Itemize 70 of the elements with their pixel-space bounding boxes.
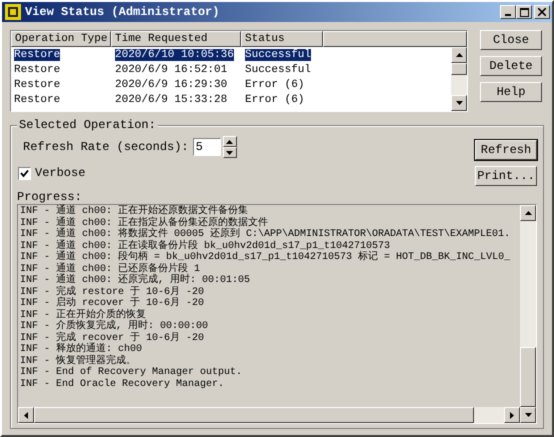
log-line: INF - 通道 ch00: 已还原备份片段 1 xyxy=(20,264,202,274)
spin-up-button[interactable] xyxy=(222,136,237,147)
scroll-up-button[interactable] xyxy=(451,47,467,63)
operation-row[interactable]: Restore 2020/6/9 16:29:30 Error (6) xyxy=(11,78,451,93)
group-title: Selected Operation: xyxy=(17,118,158,132)
log-line: INF - 通道 ch00: 正在读取备份片段 bk_u0hv2d01d_s17_p1_t1042710573 xyxy=(20,240,392,252)
dialog-button[interactable]: Close xyxy=(480,30,542,50)
window-title: View Status (Administrator) xyxy=(25,5,220,19)
down-arrow-icon xyxy=(226,150,234,154)
spin-down-button[interactable] xyxy=(222,147,237,158)
verbose-label: Verbose xyxy=(35,166,86,180)
log-line: INF - 释放的通道: ch00 xyxy=(20,344,144,355)
scroll-down-button[interactable] xyxy=(451,95,467,111)
close-button[interactable] xyxy=(534,5,550,19)
table-cell: 2020/6/10 10:05:36 xyxy=(115,49,234,61)
up-arrow-icon xyxy=(456,53,462,57)
up-arrow-icon xyxy=(524,211,532,215)
left-arrow-icon xyxy=(24,412,28,418)
log-line: INF - End Oracle Recovery Manager. xyxy=(20,378,226,390)
log-line: INF - 完成 recover 于 10-6月 -20 xyxy=(20,332,206,344)
progress-label: Progress: xyxy=(17,190,83,204)
table-cell: 2020/6/9 16:29:30 xyxy=(115,79,228,91)
log-line: INF - 启动 recover 于 10-6月 -20 xyxy=(20,298,206,309)
verbose-checkbox[interactable] xyxy=(18,166,31,180)
dialog-button[interactable]: Refresh xyxy=(475,140,537,160)
scroll-down-button[interactable] xyxy=(520,407,536,423)
down-arrow-icon xyxy=(456,101,462,105)
dialog-button[interactable]: Help xyxy=(480,82,542,102)
close-icon xyxy=(538,8,546,16)
table-cell: 2020/6/9 16:52:01 xyxy=(115,64,228,76)
operation-row[interactable]: Restore 2020/6/9 16:52:01 Successful xyxy=(11,63,451,78)
log-line: INF - 完成 restore 于 10-6月 -20 xyxy=(20,286,206,298)
log-line: INF - 恢复管理器完成。 xyxy=(20,356,138,366)
down-arrow-icon xyxy=(524,413,532,417)
dialog-button[interactable]: Delete xyxy=(480,56,542,76)
log-line: INF - 通道 ch00: 将数据文件 00005 还原到 C:\APP\ADMINISTRATOR\ORADATA\TEST\EXAMPLE01. xyxy=(20,229,512,240)
log-line: INF - 正在开始介质的恢复 xyxy=(20,310,146,320)
column-header[interactable]: Time Requested xyxy=(111,31,241,47)
column-header[interactable]: Operation Type xyxy=(11,31,111,47)
scroll-up-button[interactable] xyxy=(520,205,536,221)
log-line: INF - 通道 ch00: 正在指定从备份集还原的数据文件 xyxy=(20,218,270,228)
operation-row[interactable]: Restore 2020/6/10 10:05:36 Successful xyxy=(11,48,451,63)
maximize-icon xyxy=(520,8,528,16)
operation-row[interactable]: Restore 2020/6/9 15:33:28 Error (6) xyxy=(11,93,451,108)
scroll-left-button[interactable] xyxy=(18,407,34,423)
app-icon xyxy=(5,4,21,20)
table-cell: Restore xyxy=(14,79,60,91)
log-line: INF - 通道 ch00: 段句柄 = bk_u0hv2d01d_s17_p1_t1042710573 标记 = HOT_DB_BK_INC_LVL0_ xyxy=(20,252,512,263)
vertical-scrollbar[interactable] xyxy=(520,205,536,423)
table-cell: Restore xyxy=(14,49,60,61)
vertical-scrollbar[interactable] xyxy=(451,47,467,111)
up-arrow-icon xyxy=(226,140,234,144)
table-cell: Restore xyxy=(14,94,60,106)
table-cell: Error (6) xyxy=(245,94,304,106)
table-cell: Successful xyxy=(245,49,312,61)
dialog-button[interactable]: Print... xyxy=(475,166,537,186)
refresh-rate-label: Refresh Rate (seconds): xyxy=(23,140,189,154)
log-line: INF - 通道 ch00: 正在开始还原数据文件备份集 xyxy=(20,206,248,217)
table-cell: Restore xyxy=(14,64,60,76)
column-header[interactable]: Status xyxy=(241,31,323,47)
checkmark-icon xyxy=(20,168,29,178)
table-cell: Successful xyxy=(245,64,312,76)
maximize-button[interactable] xyxy=(516,5,532,19)
minimize-button[interactable] xyxy=(500,5,516,19)
log-line: INF - End of Recovery Manager output. xyxy=(20,367,244,378)
table-cell: 2020/6/9 15:33:28 xyxy=(115,94,228,106)
refresh-rate-field[interactable]: 5 xyxy=(192,138,221,156)
table-cell: Error (6) xyxy=(245,79,304,91)
right-arrow-icon xyxy=(510,412,514,418)
scroll-right-button[interactable] xyxy=(504,407,520,423)
